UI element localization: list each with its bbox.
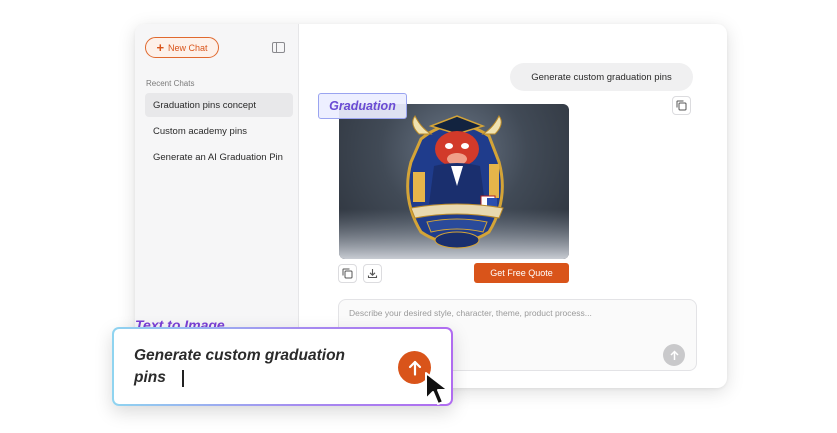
- arrow-up-icon: [669, 349, 679, 360]
- copy-icon: [342, 268, 353, 279]
- send-button[interactable]: [663, 344, 685, 366]
- sidebar-toggle-icon[interactable]: [272, 42, 285, 53]
- copy-image-button[interactable]: [338, 264, 357, 283]
- copy-icon: [676, 100, 687, 111]
- graduation-image-tag: Graduation: [318, 93, 407, 119]
- new-chat-label: New Chat: [168, 42, 208, 53]
- generated-pin-image: [339, 104, 569, 259]
- copy-message-button[interactable]: [672, 96, 691, 115]
- text-caret: [182, 370, 184, 387]
- mouse-pointer-icon: [425, 372, 449, 405]
- prompt-placeholder: Describe your desired style, character, …: [349, 308, 592, 318]
- sidebar-item-graduation-pins-concept[interactable]: Graduation pins concept: [145, 93, 293, 117]
- user-message-bubble: Generate custom graduation pins: [510, 63, 693, 91]
- download-icon: [367, 269, 378, 279]
- sidebar-item-generate-ai-graduation-pin[interactable]: Generate an AI Graduation Pin: [145, 145, 293, 169]
- text-to-image-prompt[interactable]: Generate custom graduation pins: [134, 345, 374, 389]
- plus-icon: +: [156, 40, 165, 55]
- text-to-image-card: Generate custom graduation pins: [112, 327, 453, 406]
- download-image-button[interactable]: [363, 264, 382, 283]
- graduation-pin-illustration: [339, 115, 569, 259]
- recent-chat-list: Graduation pins concept Custom academy p…: [145, 93, 293, 171]
- arrow-up-icon: [408, 360, 421, 376]
- sidebar-item-custom-academy-pins[interactable]: Custom academy pins: [145, 119, 293, 143]
- get-free-quote-button[interactable]: Get Free Quote: [474, 263, 569, 283]
- recent-chats-heading: Recent Chats: [146, 79, 195, 88]
- new-chat-button[interactable]: + New Chat: [145, 37, 219, 58]
